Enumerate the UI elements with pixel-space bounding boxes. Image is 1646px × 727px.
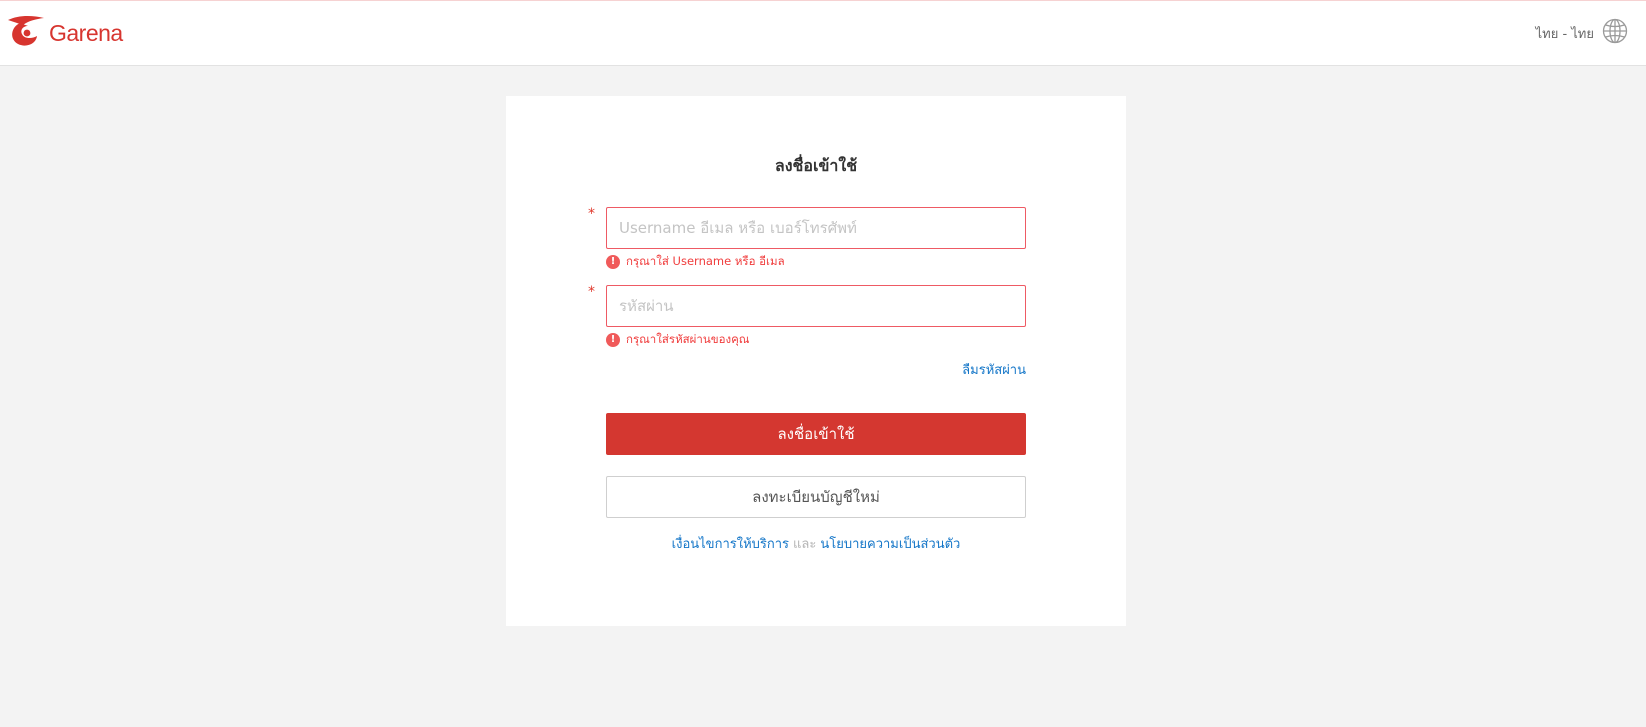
forgot-password-link[interactable]: ลืมรหัสผ่าน [962,359,1026,380]
garena-logo-text: Garena [49,19,123,46]
error-icon: ! [606,333,620,347]
password-required-mark: * [588,284,595,300]
username-error-text: กรุณาใส่ Username หรือ อีเมล [626,254,785,268]
password-input[interactable] [606,285,1026,327]
legal-conjunction: และ [793,537,817,552]
register-button[interactable]: ลงทะเบียนบัญชีใหม่ [606,476,1026,518]
garena-logo-icon [6,14,46,52]
login-title: ลงชื่อเข้าใช้ [774,156,858,175]
login-button[interactable]: ลงชื่อเข้าใช้ [606,413,1026,455]
password-error: ! กรุณาใส่รหัสผ่านของคุณ [606,331,749,349]
top-header: Garena ไทย - ไทย [0,1,1646,66]
globe-icon [1602,18,1628,48]
language-label: ไทย - ไทย [1535,26,1594,42]
garena-logo[interactable]: Garena [6,14,123,52]
username-error: ! กรุณาใส่ Username หรือ อีเมล [606,253,785,271]
legal-links: เงื่อนไขการให้บริการ และ นโยบายความเป็นส่ว… [506,533,1126,554]
privacy-policy-link[interactable]: นโยบายความเป็นส่วนตัว [820,537,960,552]
login-panel: ลงชื่อเข้าใช้ * ! กรุณาใส่ Username หรือ… [506,96,1126,626]
terms-of-service-link[interactable]: เงื่อนไขการให้บริการ [672,537,789,552]
username-input[interactable] [606,207,1026,249]
error-icon: ! [606,255,620,269]
language-selector[interactable]: ไทย - ไทย [1536,18,1628,48]
username-required-mark: * [588,206,595,222]
password-error-text: กรุณาใส่รหัสผ่านของคุณ [626,332,750,346]
